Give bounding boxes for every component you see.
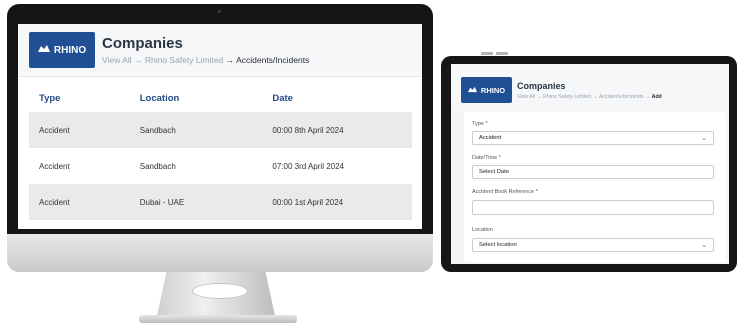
location-label: Location [472,227,493,233]
breadcrumb-arrow-icon: → [645,94,651,100]
location-select[interactable]: Select location ⌄ [472,238,714,252]
breadcrumb-arrow-icon: → [133,55,143,65]
tablet-screen: RHINO Companies View All → Rhino Safety … [451,64,729,264]
breadcrumb-company[interactable]: Rhino Safety Limited [145,55,223,65]
rhino-logo[interactable]: RHINO [29,32,95,68]
monitor-chin [7,234,433,272]
camera-dot [218,10,221,13]
table-row[interactable]: Accident Sandbach 07:00 3rd April 2024 [29,148,412,184]
table-row[interactable]: Accident Dubai - UAE 00:00 1st April 202… [29,184,412,220]
desktop-monitor: RHINO Companies View All → Rhino Safety … [7,4,433,272]
cell-date: 07:00 3rd April 2024 [272,161,344,171]
book-reference-label: Accident Book Reference * [472,189,538,195]
page-title: Companies [517,81,566,91]
type-select[interactable]: Accident ⌄ [472,131,714,145]
column-header-date[interactable]: Date [272,93,412,104]
breadcrumb-view-all[interactable]: View All [517,94,535,100]
table-header-row: Type Location Date [29,84,412,112]
breadcrumb-arrow-icon: → [225,55,235,65]
monitor-stand-base [139,315,297,323]
chevron-down-icon: ⌄ [701,242,707,249]
incidents-table: Type Location Date Accident Sandbach 00:… [29,84,412,220]
breadcrumb: View All → Rhino Safety Limited → Accide… [517,94,662,100]
breadcrumb-arrow-icon: → [592,94,598,100]
breadcrumb-current: Accidents/Incidents [236,55,310,65]
breadcrumb-view-all[interactable]: View All [102,55,132,65]
datetime-field[interactable]: Select Date [472,165,714,179]
add-accident-form: Type * Accident ⌄ Date/Time * Select Dat… [464,112,726,262]
cell-type: Accident [39,161,70,171]
stand-cable-hole [192,283,248,299]
tablet-volume-button [481,52,493,55]
cell-type: Accident [39,197,70,207]
tablet-page-header: RHINO Companies View All → Rhino Safety … [451,64,729,110]
brand-name: RHINO [53,44,87,56]
breadcrumb-company[interactable]: Rhino Safety Limited [543,94,591,100]
breadcrumb-current: Add [651,94,662,100]
cell-location: Sandbach [139,161,176,171]
type-label: Type * [472,121,488,127]
cell-date: 00:00 1st April 2024 [272,197,344,207]
rhino-logo[interactable]: RHINO [461,77,512,103]
breadcrumb-arrow-icon: → [536,94,542,100]
monitor-bezel: RHINO Companies View All → Rhino Safety … [7,4,433,234]
chevron-down-icon: ⌄ [701,135,707,142]
tablet-device: RHINO Companies View All → Rhino Safety … [441,56,737,272]
cell-location: Dubai - UAE [139,197,185,207]
cell-location: Sandbach [139,125,176,135]
desktop-screen: RHINO Companies View All → Rhino Safety … [18,24,422,229]
table-row[interactable]: Accident Sandbach 00:00 8th April 2024 [29,112,412,148]
rhino-logo-icon [467,86,477,95]
page-header: RHINO Companies View All → Rhino Safety … [18,24,422,77]
type-select-value: Accident [479,135,502,141]
datetime-value: Select Date [479,169,509,175]
cell-type: Accident [39,125,70,135]
rhino-logo-icon [37,44,50,56]
location-select-value: Select location [479,242,517,248]
breadcrumb: View All → Rhino Safety Limited → Accide… [102,55,309,65]
cell-date: 00:00 8th April 2024 [272,125,344,135]
column-header-location[interactable]: Location [140,93,273,104]
column-header-type[interactable]: Type [29,93,140,104]
book-reference-input[interactable] [472,200,714,215]
tablet-volume-button [496,52,508,55]
brand-name: RHINO [480,85,506,95]
breadcrumb-incidents[interactable]: Accidents/Incidents [599,94,644,100]
page-title: Companies [102,35,183,52]
datetime-label: Date/Time * [472,155,501,161]
